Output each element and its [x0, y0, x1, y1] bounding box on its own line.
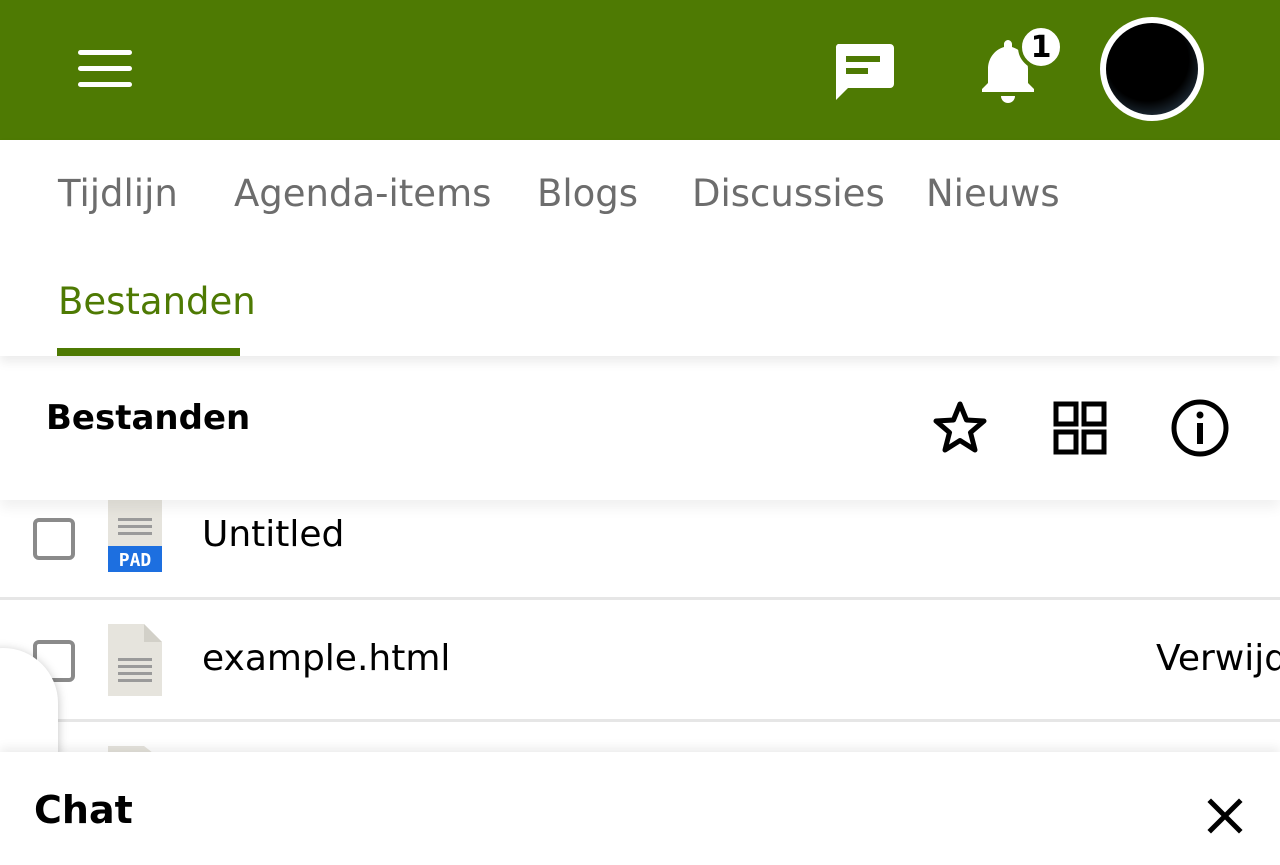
delete-action[interactable]: Verwijd — [1156, 638, 1280, 679]
document-file-icon — [108, 624, 162, 696]
pad-file-icon: PAD — [108, 500, 162, 572]
list-item[interactable]: example.html Verwijd — [0, 600, 1280, 722]
top-bar: 1 — [0, 0, 1280, 140]
tab-tijdlijn[interactable]: Tijdlijn — [58, 172, 178, 215]
notification-count-badge: 1 — [1018, 24, 1064, 70]
active-tab-indicator — [57, 348, 240, 356]
file-name[interactable]: example.html — [202, 638, 450, 679]
chat-panel: Chat — [0, 752, 1280, 865]
grid-view-icon[interactable] — [1050, 398, 1110, 458]
tab-agenda-items[interactable]: Agenda-items — [234, 172, 491, 215]
tab-bar: Tijdlijn Agenda-items Blogs Discussies N… — [0, 140, 1280, 356]
chat-bubble-icon[interactable] — [832, 40, 896, 104]
close-icon[interactable] — [1205, 796, 1245, 836]
row-checkbox[interactable] — [33, 518, 75, 560]
section-header: Bestanden — [0, 356, 1280, 500]
tab-discussies[interactable]: Discussies — [692, 172, 885, 215]
star-icon[interactable] — [930, 398, 990, 458]
tab-bestanden[interactable]: Bestanden — [58, 280, 256, 323]
chat-title: Chat — [34, 788, 133, 832]
user-avatar[interactable] — [1100, 17, 1204, 121]
pad-label: PAD — [119, 550, 152, 571]
tab-nieuws[interactable]: Nieuws — [926, 172, 1060, 215]
hamburger-menu-icon[interactable] — [78, 50, 132, 88]
info-icon[interactable] — [1170, 398, 1230, 458]
file-list: PAD Untitled example.html Verwijd — [0, 500, 1280, 760]
file-name[interactable]: Untitled — [202, 514, 344, 555]
page-title: Bestanden — [46, 398, 251, 438]
tab-blogs[interactable]: Blogs — [537, 172, 638, 215]
